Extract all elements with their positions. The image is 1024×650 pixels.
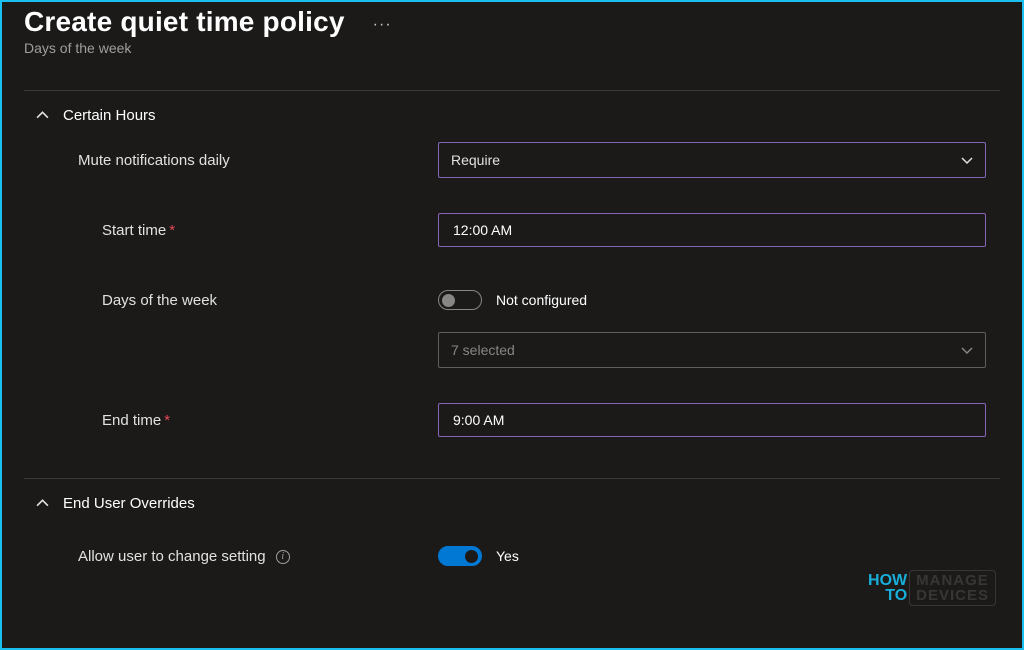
- required-indicator: *: [169, 222, 175, 239]
- section-overrides-header[interactable]: End User Overrides: [24, 479, 1000, 516]
- label-mute-notifications: Mute notifications daily: [78, 152, 438, 169]
- info-icon[interactable]: i: [276, 550, 290, 564]
- toggle-allow-text: Yes: [496, 548, 519, 564]
- row-days-of-week: Days of the week Not configured: [24, 282, 1000, 318]
- section-certain-hours-title: Certain Hours: [63, 107, 156, 124]
- page-subtitle: Days of the week: [24, 40, 1000, 56]
- select-mute-notifications[interactable]: Require: [438, 142, 986, 178]
- select-days-value: 7 selected: [451, 342, 515, 358]
- label-end-time: End time*: [78, 412, 438, 429]
- chevron-down-icon: [961, 344, 973, 356]
- page-title: Create quiet time policy: [24, 6, 345, 38]
- row-allow-override: Allow user to change setting i Yes: [24, 538, 1000, 574]
- select-mute-value: Require: [451, 152, 500, 168]
- more-actions-button[interactable]: ···: [373, 16, 392, 34]
- label-start-time: Start time*: [78, 222, 438, 239]
- chevron-up-icon: [36, 109, 49, 122]
- toggle-allow-override[interactable]: [438, 546, 482, 566]
- select-days-of-week[interactable]: 7 selected: [438, 332, 986, 368]
- row-mute-notifications: Mute notifications daily Require: [24, 142, 1000, 178]
- row-start-time: Start time* 12:00 AM: [24, 212, 1000, 248]
- section-certain-hours-header[interactable]: Certain Hours: [24, 91, 1000, 128]
- label-days-of-week: Days of the week: [78, 292, 438, 309]
- required-indicator: *: [164, 412, 170, 429]
- policy-page: Create quiet time policy ··· Days of the…: [2, 2, 1022, 584]
- chevron-down-icon: [961, 154, 973, 166]
- chevron-up-icon: [36, 497, 49, 510]
- row-days-select: 7 selected: [24, 332, 1000, 368]
- input-end-time[interactable]: 9:00 AM: [438, 403, 986, 437]
- label-allow-override: Allow user to change setting i: [78, 548, 438, 565]
- toggle-days-text: Not configured: [496, 292, 587, 308]
- toggle-days-of-week[interactable]: [438, 290, 482, 310]
- page-header: Create quiet time policy ···: [24, 6, 1000, 38]
- input-start-time[interactable]: 12:00 AM: [438, 213, 986, 247]
- row-end-time: End time* 9:00 AM: [24, 402, 1000, 438]
- watermark: HOW TO MANAGE DEVICES: [868, 570, 996, 606]
- section-overrides-title: End User Overrides: [63, 495, 195, 512]
